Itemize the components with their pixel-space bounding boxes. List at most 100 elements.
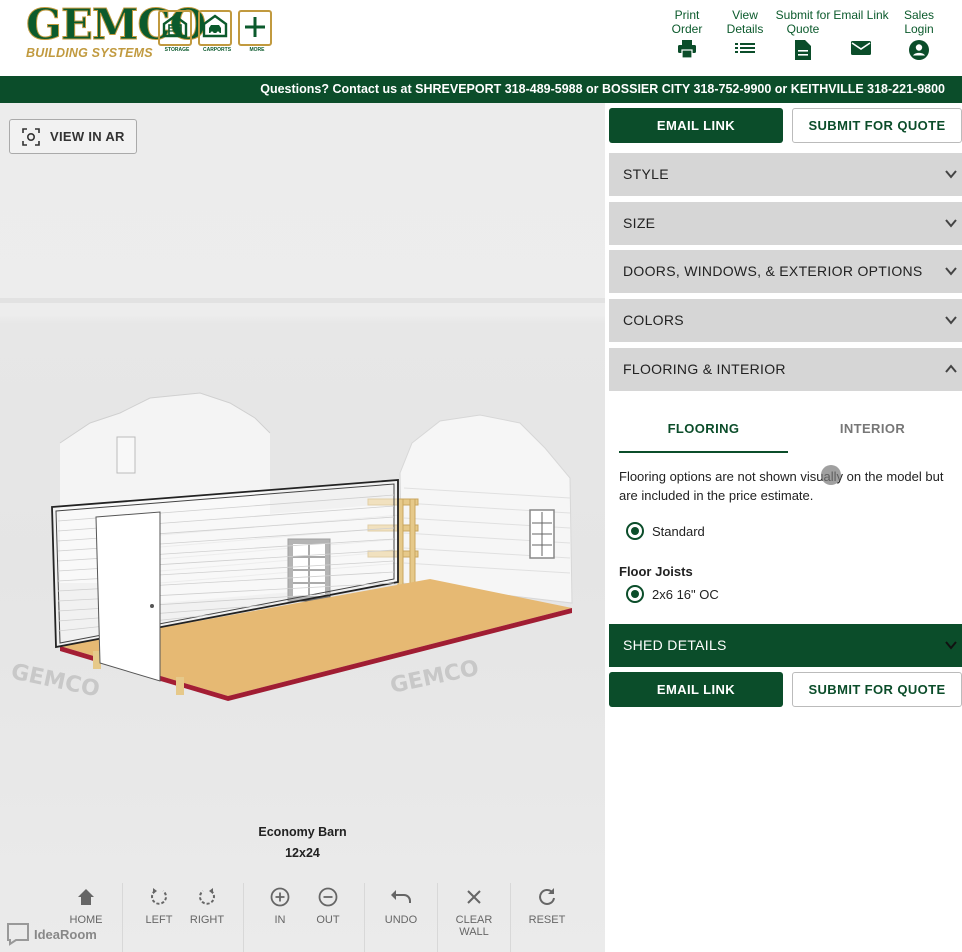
section-label: FLOORING & INTERIOR bbox=[623, 361, 786, 377]
chevron-down-icon bbox=[945, 170, 957, 179]
submit-quote-button[interactable]: SUBMIT FOR QUOTE bbox=[792, 108, 962, 143]
tool-label: IN bbox=[274, 914, 286, 926]
rotate-left-icon bbox=[151, 888, 167, 905]
section-flooring-interior[interactable]: FLOORING & INTERIOR bbox=[609, 348, 962, 391]
ar-button-label: VIEW IN AR bbox=[50, 129, 125, 144]
option-label: Standard bbox=[652, 523, 705, 539]
flooring-tabs: FLOORING INTERIOR bbox=[619, 409, 959, 453]
ar-icon bbox=[22, 127, 40, 146]
shed-model-scene[interactable]: GEMCO GEMCO bbox=[0, 103, 605, 803]
tool-label: CLEAR WALL bbox=[455, 914, 493, 938]
contact-bar: Questions? Contact us at SHREVEPORT 318-… bbox=[0, 76, 962, 103]
reset-icon bbox=[539, 888, 555, 905]
rotate-left-button[interactable]: LEFT bbox=[135, 883, 183, 952]
toolbar-group: UNDO bbox=[365, 883, 438, 952]
section-label: SHED DETAILS bbox=[623, 637, 727, 653]
radio-button[interactable] bbox=[626, 522, 644, 540]
nav-label: Print Order bbox=[671, 8, 703, 36]
options-panel: EMAIL LINK SUBMIT FOR QUOTE STYLE SIZE D… bbox=[608, 103, 962, 952]
mail-icon bbox=[851, 41, 871, 55]
idearoom-watermark: IdeaRoom bbox=[6, 922, 97, 946]
account-icon bbox=[909, 40, 929, 60]
toolbar-group: LEFT RIGHT bbox=[123, 883, 244, 952]
rotate-right-icon bbox=[199, 888, 215, 905]
tool-label: RIGHT bbox=[189, 914, 225, 926]
chevron-down-icon bbox=[945, 219, 957, 228]
nav-view-details[interactable]: View Details bbox=[716, 8, 774, 60]
home-icon bbox=[78, 889, 94, 905]
email-link-button[interactable]: EMAIL LINK bbox=[609, 108, 783, 143]
floor-joists-label: Floor Joists bbox=[619, 564, 693, 579]
nav-label: Sales Login bbox=[903, 8, 935, 36]
gemco-logo[interactable]: GEMCO BUILDING SYSTEMS bbox=[26, 0, 207, 60]
logo-text: GEMCO bbox=[26, 0, 207, 49]
rotate-right-button[interactable]: RIGHT bbox=[183, 883, 231, 952]
reset-button[interactable]: RESET bbox=[523, 883, 571, 952]
document-icon bbox=[795, 40, 811, 60]
chevron-up-icon bbox=[945, 364, 957, 373]
plus-icon bbox=[245, 17, 265, 37]
section-label: STYLE bbox=[623, 166, 669, 182]
flooring-option-standard[interactable]: Standard bbox=[626, 522, 705, 540]
top-nav: Print Order View Details Submit for Quot… bbox=[658, 8, 948, 60]
category-label: MORE bbox=[249, 47, 265, 53]
floor-joists-option[interactable]: 2x6 16" OC bbox=[626, 585, 719, 603]
zoom-in-button[interactable]: IN bbox=[256, 883, 304, 952]
nav-label: Submit for Quote bbox=[775, 8, 831, 36]
nav-submit-quote[interactable]: Submit for Quote bbox=[774, 8, 832, 60]
app-header: GEMCO BUILDING SYSTEMS STORAGE CARPORTS … bbox=[0, 0, 962, 76]
tab-interior[interactable]: INTERIOR bbox=[788, 409, 957, 453]
toolbar-group: RESET bbox=[511, 883, 583, 952]
view-in-ar-button[interactable]: VIEW IN AR bbox=[9, 119, 137, 154]
close-icon bbox=[467, 890, 481, 904]
category-links: STORAGE CARPORTS MORE bbox=[158, 10, 272, 53]
nav-label: Email Link bbox=[833, 8, 889, 22]
chevron-down-icon bbox=[945, 267, 957, 276]
idearoom-logo-icon bbox=[7, 923, 29, 946]
model-size: 12x24 bbox=[285, 846, 320, 860]
zoom-out-icon bbox=[318, 887, 338, 907]
radio-button[interactable] bbox=[626, 585, 644, 603]
nav-sales-login[interactable]: Sales Login bbox=[890, 8, 948, 60]
nav-print-order[interactable]: Print Order bbox=[658, 8, 716, 60]
3d-viewer[interactable]: GEMCO GEMCO VIEW IN AR Economy Barn 12x2… bbox=[0, 103, 605, 952]
section-colors[interactable]: COLORS bbox=[609, 299, 962, 342]
option-label: 2x6 16" OC bbox=[652, 586, 719, 602]
zoom-in-icon bbox=[270, 887, 290, 907]
section-size[interactable]: SIZE bbox=[609, 202, 962, 245]
storage-building-icon bbox=[162, 14, 188, 38]
section-label: SIZE bbox=[623, 215, 656, 231]
toolbar-group: CLEAR WALL bbox=[438, 883, 511, 952]
section-label: DOORS, WINDOWS, & EXTERIOR OPTIONS bbox=[623, 263, 923, 279]
clear-wall-button[interactable]: CLEAR WALL bbox=[450, 883, 498, 952]
category-storage[interactable]: STORAGE bbox=[158, 10, 192, 53]
section-doors-windows[interactable]: DOORS, WINDOWS, & EXTERIOR OPTIONS bbox=[609, 250, 962, 293]
viewer-toolbar: HOME LEFT RIGHT IN OUT UNDO CLEAR WALL R… bbox=[50, 883, 583, 952]
section-label: COLORS bbox=[623, 312, 684, 328]
nav-email-link[interactable]: Email Link bbox=[832, 8, 890, 60]
idearoom-text: IdeaRoom bbox=[34, 926, 97, 942]
printer-icon bbox=[678, 40, 696, 58]
category-more[interactable]: MORE bbox=[238, 10, 272, 53]
zoom-out-button[interactable]: OUT bbox=[304, 883, 352, 952]
category-carports[interactable]: CARPORTS bbox=[198, 10, 232, 53]
nav-label: View Details bbox=[726, 8, 764, 36]
model-name: Economy Barn bbox=[258, 825, 347, 839]
section-style[interactable]: STYLE bbox=[609, 153, 962, 196]
email-link-button-bottom[interactable]: EMAIL LINK bbox=[609, 672, 783, 707]
category-label: STORAGE bbox=[164, 47, 190, 53]
chevron-down-icon bbox=[945, 641, 957, 650]
category-label: CARPORTS bbox=[202, 47, 232, 53]
submit-quote-button-bottom[interactable]: SUBMIT FOR QUOTE bbox=[792, 672, 962, 707]
svg-text:GEMCO: GEMCO bbox=[388, 656, 481, 699]
svg-text:GEMCO: GEMCO bbox=[9, 659, 102, 702]
tab-flooring[interactable]: FLOORING bbox=[619, 409, 788, 453]
section-shed-details[interactable]: SHED DETAILS bbox=[609, 624, 962, 667]
undo-button[interactable]: UNDO bbox=[377, 883, 425, 952]
mouse-cursor bbox=[821, 465, 841, 485]
flooring-note: Flooring options are not shown visually … bbox=[619, 469, 944, 503]
tool-label: LEFT bbox=[145, 914, 173, 926]
tool-label: UNDO bbox=[384, 914, 418, 926]
toolbar-group: IN OUT bbox=[244, 883, 365, 952]
carport-icon bbox=[202, 14, 228, 38]
